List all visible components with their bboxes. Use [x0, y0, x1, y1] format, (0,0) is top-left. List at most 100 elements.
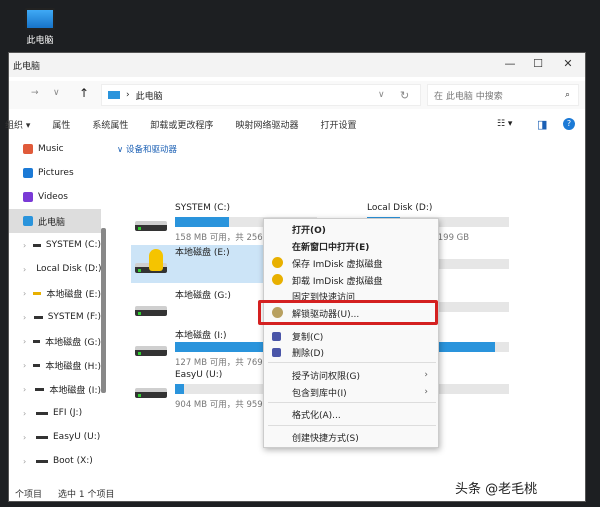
- submenu-arrow-icon: ›: [424, 370, 428, 380]
- sidebar-scrollbar[interactable]: [101, 228, 106, 393]
- sidebar-item[interactable]: Videos: [9, 185, 101, 209]
- menu-item-label: 在新窗口中打开(E): [292, 242, 370, 253]
- menu-item[interactable]: 打开(O): [264, 221, 438, 237]
- address-bar[interactable]: › 此电脑 ∨ ↻: [101, 84, 421, 106]
- maximize-button[interactable]: ☐: [527, 57, 549, 73]
- disk-unload-icon: [272, 274, 283, 285]
- sidebar-item[interactable]: › 本地磁盘 (I:): [9, 377, 101, 401]
- menu-item-label: 创建快捷方式(S): [292, 433, 359, 444]
- sidebar-item[interactable]: › SYSTEM (F:): [9, 305, 101, 329]
- menu-item[interactable]: 在新窗口中打开(E): [264, 238, 438, 254]
- sidebar-item-label: 本地磁盘 (I:): [49, 385, 101, 396]
- menu-item-label: 打开(O): [292, 225, 326, 236]
- expand-icon[interactable]: ›: [23, 409, 31, 418]
- submenu-arrow-icon: ›: [424, 387, 428, 397]
- expand-icon[interactable]: ›: [23, 265, 26, 274]
- desktop-icon-label: 此电脑: [26, 36, 54, 46]
- drive-icon: [33, 243, 41, 247]
- address-dropdown[interactable]: ∨: [378, 90, 385, 100]
- sidebar-item[interactable]: › EFI (J:): [9, 401, 101, 425]
- menu-item[interactable]: 卸载 ImDisk 虚拟磁盘: [264, 272, 438, 288]
- desktop-computer-icon[interactable]: 此电脑: [18, 8, 62, 46]
- menu-item[interactable]: 包含到库中(I) ›: [264, 384, 438, 400]
- sidebar-item[interactable]: › 本地磁盘 (E:): [9, 281, 101, 305]
- menu-item[interactable]: 格式化(A)...: [264, 406, 438, 422]
- drive-icon: [34, 387, 45, 391]
- group-header[interactable]: ∨ 设备和驱动器: [117, 143, 177, 155]
- sidebar-item-label: 本地磁盘 (E:): [46, 289, 101, 300]
- navigation-pane: Music Pictures Videos 此电脑 › SYSTEM (C:) › Local…: [9, 137, 101, 483]
- delete-icon: [272, 348, 281, 357]
- group-label: 设备和驱动器: [125, 145, 177, 155]
- menu-item[interactable]: 复制(C): [264, 328, 438, 344]
- expand-icon[interactable]: ›: [23, 289, 28, 298]
- menu-item-label: 授予访问权限(G): [292, 371, 360, 382]
- computer-icon: [23, 216, 33, 226]
- properties-button[interactable]: 属性: [52, 118, 70, 131]
- music-icon: [23, 144, 33, 154]
- drive-icon: [33, 291, 42, 295]
- preview-pane-button[interactable]: ◨: [537, 118, 547, 131]
- hard-drive-icon: [135, 346, 167, 356]
- status-bar: 个项目 选中 1 个项目: [15, 487, 114, 500]
- hard-drive-icon: [135, 221, 167, 231]
- sidebar-item[interactable]: › 本地磁盘 (G:): [9, 329, 101, 353]
- map-drive-button[interactable]: 映射网络驱动器: [235, 118, 298, 131]
- menu-item-label: 复制(C): [292, 332, 324, 343]
- sidebar-item[interactable]: › 本地磁盘 (H:): [9, 353, 101, 377]
- sidebar-item[interactable]: 此电脑: [9, 209, 101, 233]
- view-options-button[interactable]: ☷ ▾: [497, 119, 512, 129]
- menu-separator: [268, 362, 436, 363]
- organize-button[interactable]: 组织 ▾: [5, 118, 30, 131]
- menu-item[interactable]: 授予访问权限(G) ›: [264, 367, 438, 383]
- highlight-box: [258, 300, 438, 325]
- menu-item-label: 删除(D): [292, 348, 324, 359]
- expand-icon[interactable]: ›: [23, 241, 28, 250]
- recent-button[interactable]: ∨: [53, 88, 60, 98]
- expand-icon[interactable]: ›: [23, 385, 30, 394]
- up-button[interactable]: ↑: [79, 86, 89, 100]
- hard-drive-icon: [135, 388, 167, 398]
- copy-icon: [272, 332, 281, 341]
- drive-name: 本地磁盘 (E:): [175, 248, 230, 258]
- expand-icon[interactable]: ›: [23, 457, 31, 466]
- pictures-icon: [23, 168, 33, 178]
- sidebar-item[interactable]: Music: [9, 137, 101, 161]
- sidebar-item-label: Music: [38, 144, 64, 154]
- address-row: → ∨ ↑ › 此电脑 ∨ ↻ 在 此电脑 中搜索 ⌕: [9, 81, 585, 109]
- sidebar-item-label: SYSTEM (F:): [47, 312, 101, 322]
- sidebar-item[interactable]: › Boot (X:): [9, 449, 101, 473]
- expand-icon[interactable]: ›: [23, 433, 31, 442]
- selected-count: 选中 1 个项目: [58, 490, 115, 500]
- breadcrumb[interactable]: 此电脑: [136, 89, 163, 102]
- system-properties-button[interactable]: 系统属性: [92, 118, 128, 131]
- help-button[interactable]: ?: [563, 118, 575, 130]
- sidebar-item-label: 此电脑: [38, 217, 66, 228]
- sidebar-item[interactable]: › SYSTEM (C:): [9, 233, 101, 257]
- sidebar-item[interactable]: › Local Disk (D:): [9, 257, 101, 281]
- menu-item-label: 保存 ImDisk 虚拟磁盘: [292, 259, 383, 270]
- close-button[interactable]: ✕: [557, 57, 579, 73]
- menu-item[interactable]: 创建快捷方式(S): [264, 429, 438, 445]
- expand-icon[interactable]: ›: [23, 313, 29, 322]
- refresh-button[interactable]: ↻: [400, 89, 409, 102]
- hard-drive-icon: [135, 306, 167, 316]
- sidebar-item[interactable]: Pictures: [9, 161, 101, 185]
- menu-separator: [268, 402, 436, 403]
- menu-item[interactable]: 删除(D): [264, 344, 438, 360]
- disk-save-icon: [272, 257, 283, 268]
- expand-icon[interactable]: ›: [23, 361, 28, 370]
- lock-icon: [149, 249, 163, 271]
- uninstall-button[interactable]: 卸载或更改程序: [150, 118, 213, 131]
- drive-size: 904 MB 可用，共 959 …: [175, 400, 274, 410]
- expand-icon[interactable]: ›: [23, 337, 28, 346]
- sidebar-item-label: EasyU (U:): [53, 432, 101, 442]
- search-input[interactable]: 在 此电脑 中搜索 ⌕: [427, 84, 579, 106]
- menu-item[interactable]: 保存 ImDisk 虚拟磁盘: [264, 255, 438, 271]
- sidebar-item-label: EFI (J:): [53, 408, 83, 418]
- open-settings-button[interactable]: 打开设置: [320, 118, 356, 131]
- sidebar-item[interactable]: › EasyU (U:): [9, 425, 101, 449]
- drive-name: 本地磁盘 (I:): [175, 331, 227, 341]
- forward-button[interactable]: →: [31, 88, 39, 98]
- minimize-button[interactable]: —: [499, 57, 521, 73]
